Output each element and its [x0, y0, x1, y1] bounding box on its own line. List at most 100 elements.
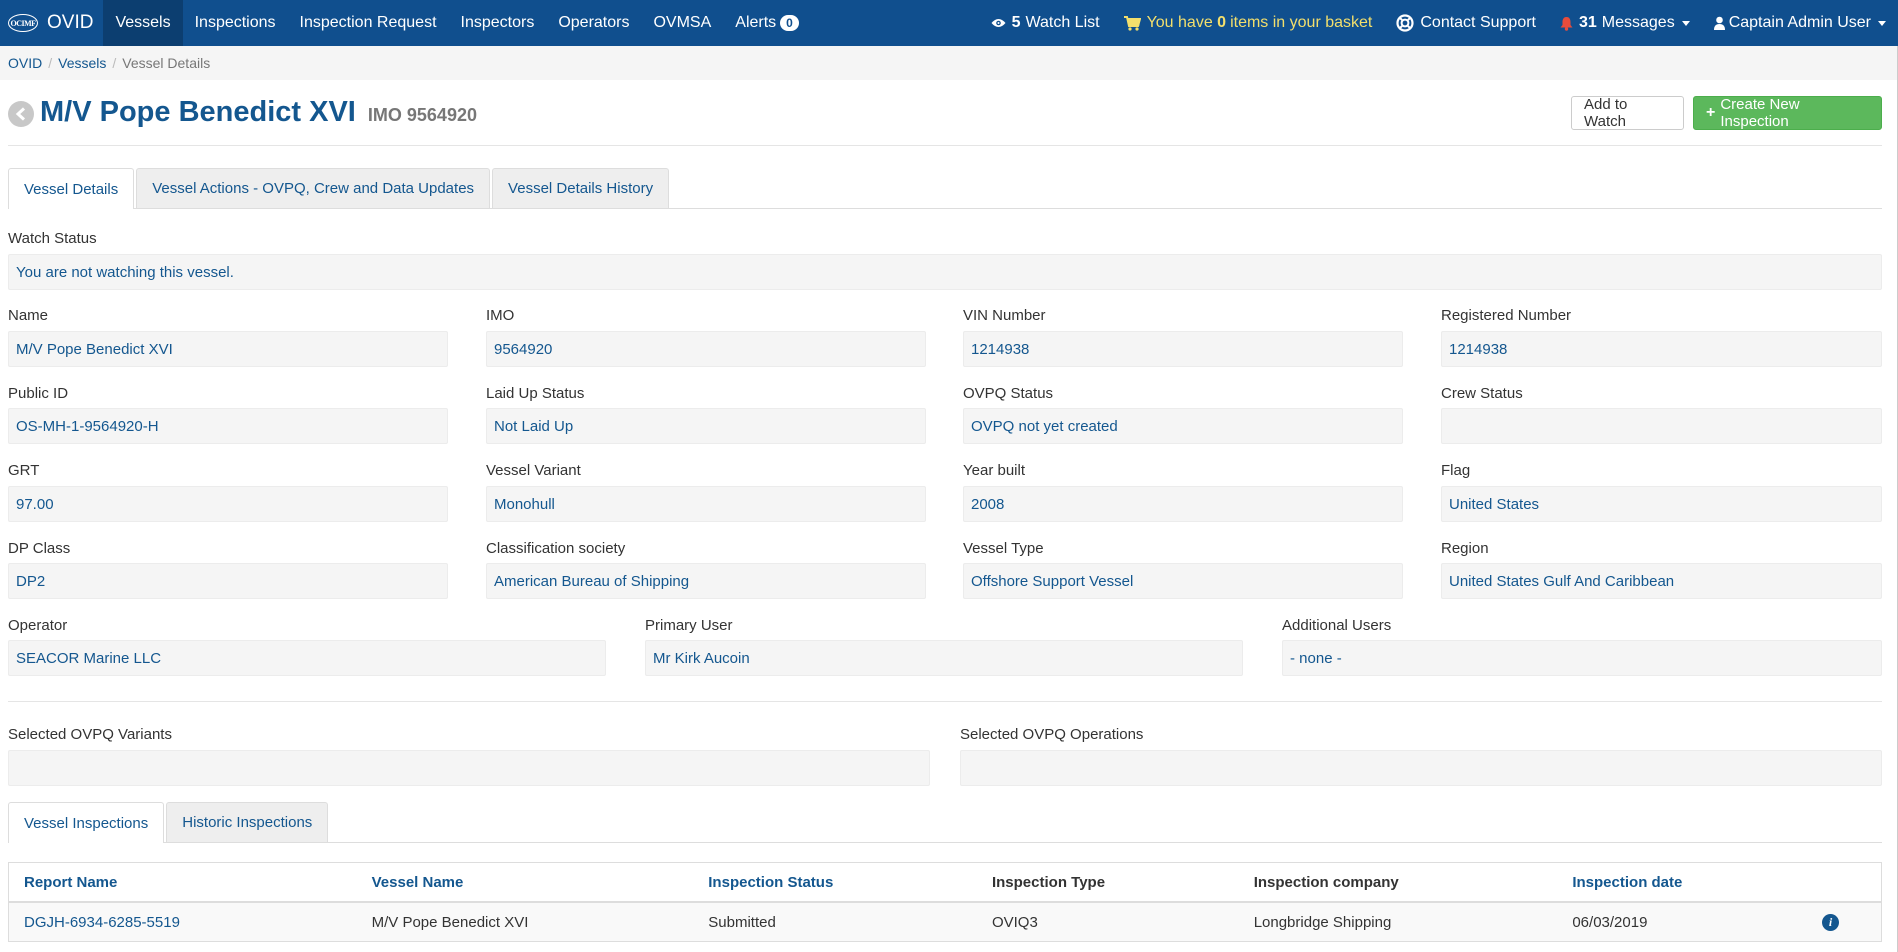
nav-operators[interactable]: Operators [546, 0, 641, 46]
ocimf-logo: OCIMF [8, 14, 38, 32]
region-value: United States Gulf And Caribbean [1441, 563, 1882, 599]
region-label: Region [1441, 540, 1489, 557]
user-icon [1713, 16, 1725, 30]
operator-value: SEACOR Marine LLC [8, 640, 606, 676]
messages-label: Messages [1601, 14, 1675, 31]
crew-status-value [1441, 408, 1882, 444]
chevron-down-icon [1681, 20, 1690, 26]
brand-name: OVID [47, 12, 94, 33]
primary-user-value: Mr Kirk Aucoin [645, 640, 1243, 676]
header-report-name[interactable]: Report Name [9, 874, 357, 891]
page-title: M/V Pope Benedict XVI IMO 9564920 [40, 96, 477, 129]
breadcrumb-current: Vessel Details [122, 55, 211, 71]
public-id-label: Public ID [8, 385, 69, 402]
create-new-inspection-label: Create New Inspection [1720, 96, 1800, 130]
header-inspection-company: Inspection company [1253, 873, 1399, 891]
registered-number-value: 1214938 [1441, 331, 1882, 367]
nav-ovmsa[interactable]: OVMSA [641, 0, 723, 46]
nav-alerts[interactable]: Alerts 0 [723, 0, 811, 46]
vessel-type-value: Offshore Support Vessel [963, 563, 1403, 599]
imo-value: 9564920 [486, 331, 926, 367]
watch-status-label: Watch Status [8, 230, 97, 247]
inspection-tabs: Vessel Inspections Historic Inspections [8, 802, 1882, 843]
nav-inspections[interactable]: Inspections [183, 0, 288, 46]
selected-ovpq-operations-label: Selected OVPQ Operations [960, 726, 1144, 743]
breadcrumb-vessels[interactable]: Vessels [58, 55, 106, 71]
info-icon[interactable]: i [1822, 914, 1840, 931]
vin-number-label: VIN Number [963, 307, 1046, 324]
nav-inspection-request[interactable]: Inspection Request [288, 0, 449, 46]
tab-vessel-details-history[interactable]: Vessel Details History [492, 168, 670, 208]
breadcrumb: OVID / Vessels / Vessel Details [0, 46, 1898, 80]
vin-number-value: 1214938 [963, 331, 1403, 367]
row-vessel-name: M/V Pope Benedict XVI [371, 913, 529, 931]
breadcrumb-ovid[interactable]: OVID [8, 55, 42, 71]
header-inspection-date[interactable]: Inspection date [1557, 874, 1807, 891]
messages-count: 31 [1578, 14, 1597, 31]
watch-list-label: Watch List [1025, 14, 1100, 31]
nav-vessels[interactable]: Vessels [103, 0, 183, 46]
contact-support-label: Contact Support [1420, 14, 1536, 31]
breadcrumb-separator: / [112, 55, 117, 71]
report-name-link[interactable]: DGJH-6934-6285-5519 [24, 914, 180, 931]
primary-user-label: Primary User [645, 617, 733, 634]
row-inspection-status: Submitted [708, 913, 776, 931]
nav-user-menu[interactable]: Captain Admin User [1702, 0, 1898, 46]
header-inspection-status[interactable]: Inspection Status [693, 874, 977, 891]
vessel-imo-subtitle: IMO 9564920 [367, 105, 477, 125]
inspections-table: Report Name Vessel Name Inspection Statu… [8, 862, 1882, 942]
nav-contact-support[interactable]: Contact Support [1384, 0, 1548, 46]
basket-prefix: You have [1146, 14, 1213, 31]
nav-basket[interactable]: You have 0 items in your basket [1112, 0, 1385, 46]
add-to-watch-button[interactable]: Add to Watch [1571, 96, 1684, 130]
alerts-count-badge: 0 [780, 15, 799, 31]
table-header: Report Name Vessel Name Inspection Statu… [9, 863, 1881, 903]
selected-ovpq-operations-value [960, 750, 1882, 786]
brand[interactable]: OCIMF OVID [0, 0, 103, 46]
laid-up-status-value: Not Laid Up [486, 408, 926, 444]
crew-status-label: Crew Status [1441, 385, 1523, 402]
tab-historic-inspections[interactable]: Historic Inspections [166, 802, 329, 842]
basket-count: 0 [1217, 14, 1227, 31]
life-ring-icon [1396, 14, 1414, 32]
grt-value: 97.00 [8, 486, 448, 522]
create-new-inspection-button[interactable]: + Create New Inspection [1693, 96, 1882, 130]
selected-ovpq-variants-value [8, 750, 930, 786]
nav-messages[interactable]: 31 Messages [1548, 0, 1702, 46]
ovpq-status-label: OVPQ Status [963, 385, 1054, 402]
tab-vessel-details[interactable]: Vessel Details [8, 168, 135, 209]
nav-watch-list[interactable]: 5 Watch List [979, 0, 1112, 46]
laid-up-status-label: Laid Up Status [486, 385, 585, 402]
tab-vessel-inspections[interactable]: Vessel Inspections [8, 802, 165, 843]
header-inspection-type: Inspection Type [991, 873, 1106, 891]
vessel-variant-label: Vessel Variant [486, 462, 581, 479]
table-row: DGJH-6934-6285-5519 M/V Pope Benedict XV… [9, 903, 1881, 941]
classification-society-value: American Bureau of Shipping [486, 563, 926, 599]
operator-label: Operator [8, 617, 68, 634]
watch-count: 5 [1011, 14, 1021, 31]
dp-class-value: DP2 [8, 563, 448, 599]
name-value: M/V Pope Benedict XVI [8, 331, 448, 367]
additional-users-value: - none - [1282, 640, 1882, 676]
basket-suffix: items in your basket [1230, 14, 1373, 31]
year-built-value: 2008 [963, 486, 1403, 522]
row-inspection-company: Longbridge Shipping [1253, 913, 1392, 931]
bell-icon [1560, 16, 1573, 31]
classification-society-label: Classification society [486, 540, 626, 557]
header-vessel-name[interactable]: Vessel Name [357, 874, 694, 891]
back-arrow-icon[interactable] [8, 101, 34, 127]
tab-vessel-actions[interactable]: Vessel Actions - OVPQ, Crew and Data Upd… [136, 168, 491, 208]
dp-class-label: DP Class [8, 540, 71, 557]
vessel-type-label: Vessel Type [963, 540, 1044, 557]
breadcrumb-separator: / [48, 55, 53, 71]
row-inspection-type: OVIQ3 [991, 913, 1038, 931]
eye-icon [991, 18, 1006, 28]
ovpq-status-value: OVPQ not yet created [963, 408, 1403, 444]
year-built-label: Year built [963, 462, 1025, 479]
nav-inspectors[interactable]: Inspectors [449, 0, 547, 46]
vessel-variant-value: Monohull [486, 486, 926, 522]
alerts-label: Alerts [735, 14, 777, 31]
row-inspection-date: 06/03/2019 [1572, 913, 1648, 931]
cart-icon [1123, 15, 1141, 31]
vessel-name-title: M/V Pope Benedict XVI [40, 96, 356, 128]
